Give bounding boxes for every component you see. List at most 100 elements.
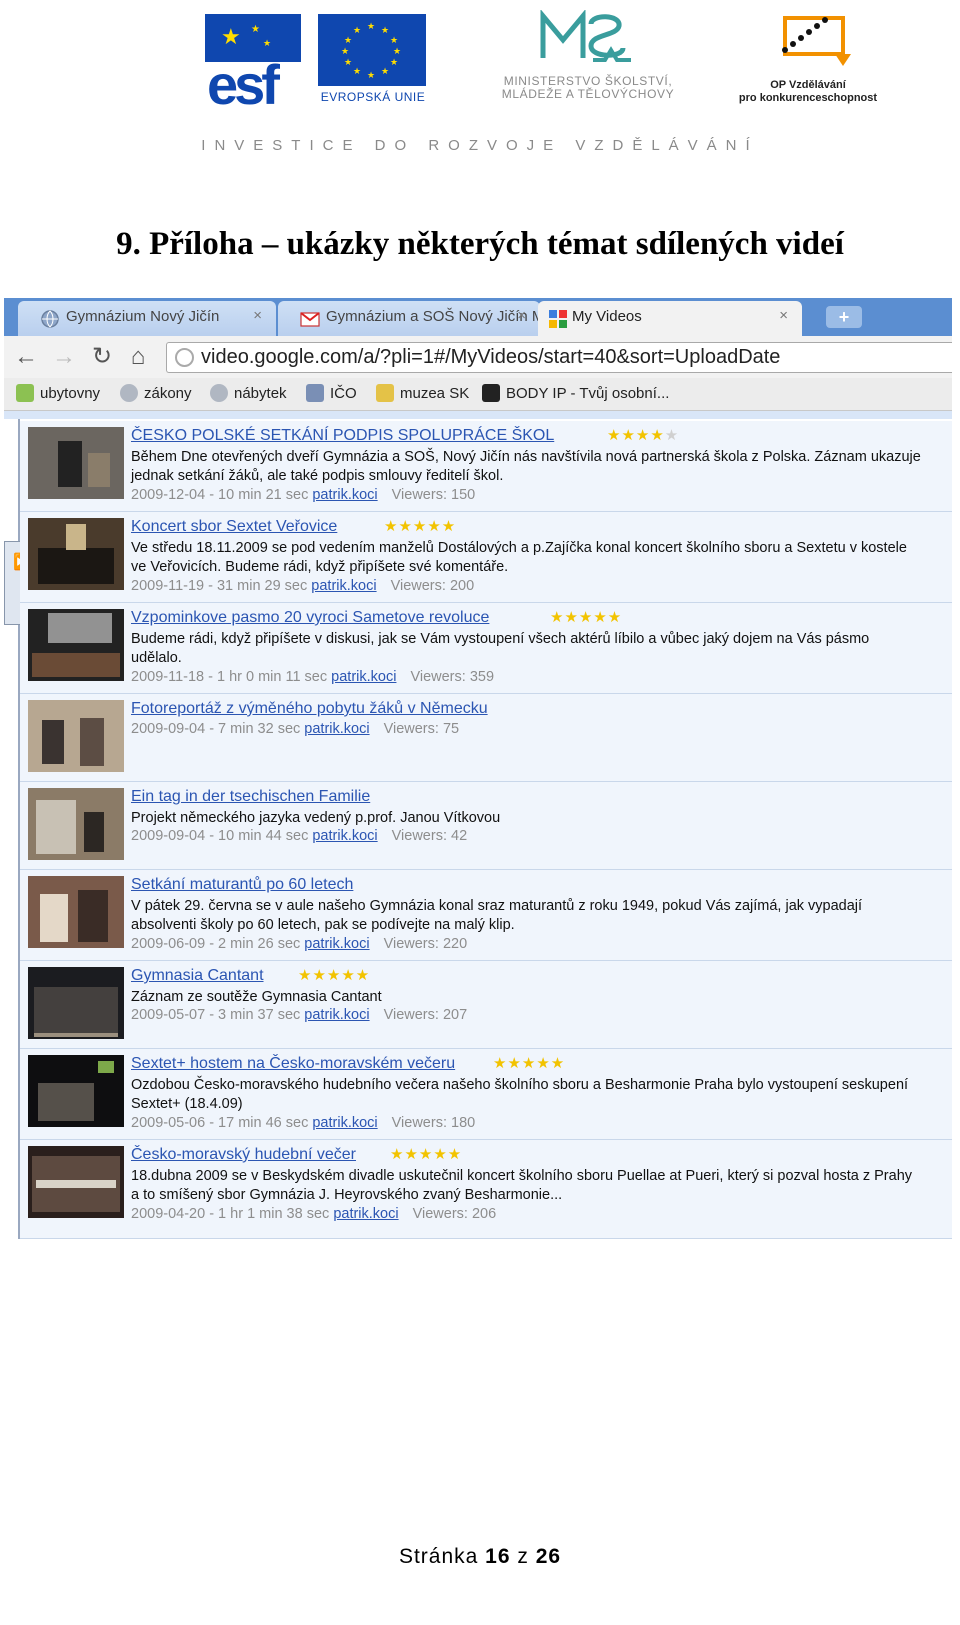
- address-bar[interactable]: video.google.com/a/?pli=1#/MyVideos/star…: [166, 342, 952, 373]
- video-date-duration: 2009-06-09 - 2 min 26 sec: [131, 936, 301, 952]
- footer-of: z: [517, 1545, 529, 1568]
- op-title-line1: OP Vzdělávání: [770, 79, 846, 91]
- video-title-link[interactable]: Ein tag in der tsechischen Familie: [131, 788, 370, 806]
- reload-icon[interactable]: ↻: [88, 343, 116, 371]
- google-icon: [549, 310, 567, 328]
- bookmark-body-ip[interactable]: BODY IP - Tvůj osobní...: [482, 384, 669, 402]
- video-meta: 2009-05-06 - 17 min 46 sec patrik.koci Vi…: [131, 1115, 475, 1131]
- tab-gmail[interactable]: Gymnázium a SOŠ Nový Jičín M ×: [278, 301, 540, 336]
- author-link[interactable]: patrik.koci: [312, 1115, 377, 1131]
- bookmark-zakony[interactable]: zákony: [120, 384, 192, 402]
- video-title-link[interactable]: Sextet+ hostem na Česko-moravském večeru: [131, 1055, 455, 1073]
- video-thumbnail[interactable]: [28, 518, 124, 590]
- video-row: Fotoreportáž z výměného pobytu žáků v Ně…: [20, 694, 952, 782]
- video-title-link[interactable]: Gymnasia Cantant: [131, 967, 264, 985]
- video-thumbnail[interactable]: [28, 876, 124, 948]
- video-description: Ve středu 18.11.2009 se pod vedením manž…: [131, 540, 907, 575]
- video-thumbnail[interactable]: [28, 427, 124, 499]
- video-description: 18.dubna 2009 se v Beskydském divadle us…: [131, 1168, 913, 1203]
- video-meta: 2009-04-20 - 1 hr 1 min 38 sec patrik.ko…: [131, 1206, 496, 1222]
- gmail-icon: [300, 312, 320, 327]
- video-thumbnail[interactable]: [28, 609, 124, 681]
- video-thumbnail[interactable]: [28, 1055, 124, 1127]
- forward-icon[interactable]: →: [50, 343, 78, 371]
- url-text[interactable]: video.google.com/a/?pli=1#/MyVideos/star…: [201, 346, 780, 369]
- total-pages: 26: [535, 1545, 562, 1568]
- eu-label: EVROPSKÁ UNIE: [320, 90, 426, 104]
- new-tab-button[interactable]: +: [826, 306, 862, 328]
- footer-label: Stránka: [398, 1545, 479, 1568]
- bookmark-ubytovny[interactable]: ubytovny: [16, 384, 100, 402]
- browser-screenshot: Gymnázium Nový Jičín × Gymnázium a SOŠ N…: [4, 298, 952, 1283]
- investice-slogan: INVESTICE DO ROZVOJE VZDĚLÁVÁNÍ: [201, 137, 759, 154]
- bookmark-muzea[interactable]: muzea SK: [376, 384, 469, 402]
- video-meta: 2009-09-04 - 10 min 44 sec patrik.koci Vi…: [131, 828, 467, 844]
- rating-stars[interactable]: ★★★★★: [298, 966, 370, 984]
- video-row: Ein tag in der tsechischen Familie Proje…: [20, 782, 952, 870]
- rating-stars[interactable]: ★★★★★: [390, 1145, 462, 1163]
- video-list: ⏩ ČESKO POLSKÉ SETKÁNÍ PODPIS SPOLUPRÁCE…: [4, 411, 952, 1283]
- video-thumbnail[interactable]: [28, 788, 124, 860]
- view-count: Viewers: 150: [391, 487, 476, 503]
- op-title-line2: pro konkurenceschopnost: [738, 92, 878, 104]
- bookmark-label: IČO: [330, 385, 357, 402]
- bookmark-label: nábytek: [234, 385, 287, 402]
- rating-stars[interactable]: ★★★★★: [493, 1054, 565, 1072]
- bookmark-label: ubytovny: [40, 385, 101, 402]
- eu-flag-icon: ★ ★ ★ ★ ★ ★ ★ ★ ★ ★ ★ ★: [318, 14, 426, 86]
- tab-close-icon[interactable]: ×: [779, 307, 788, 324]
- video-title-link[interactable]: ČESKO POLSKÉ SETKÁNÍ PODPIS SPOLUPRÁCE Š…: [131, 427, 554, 445]
- svg-text:★: ★: [221, 25, 241, 50]
- tab-gymnazium[interactable]: Gymnázium Nový Jičín ×: [18, 301, 276, 336]
- video-meta: 2009-09-04 - 7 min 32 sec patrik.koci Vie…: [131, 721, 459, 737]
- op-logo: OP Vzdělávání pro konkurenceschopnost: [733, 10, 883, 110]
- author-link[interactable]: patrik.koci: [312, 487, 377, 503]
- video-title-link[interactable]: Setkání maturantů po 60 letech: [131, 876, 353, 894]
- author-link[interactable]: patrik.koci: [304, 936, 369, 952]
- op-mark-icon: [782, 16, 851, 66]
- video-meta: 2009-05-07 - 3 min 37 sec patrik.koci Vie…: [131, 1007, 467, 1023]
- author-link[interactable]: patrik.koci: [333, 1206, 398, 1222]
- view-count: Viewers: 220: [383, 936, 468, 952]
- tab-close-icon[interactable]: ×: [517, 307, 526, 324]
- author-link[interactable]: patrik.koci: [304, 721, 369, 737]
- author-link[interactable]: patrik.koci: [331, 669, 396, 685]
- home-icon[interactable]: ⌂: [124, 343, 152, 371]
- tab-label: Gymnázium a SOŠ Nový Jičín M: [326, 308, 540, 325]
- video-description: Budeme rádi, když připíšete v diskusi, j…: [131, 631, 870, 666]
- ip-icon: [482, 384, 500, 402]
- video-thumbnail[interactable]: [28, 700, 124, 772]
- video-thumbnail[interactable]: [28, 967, 124, 1039]
- bookmark-label: muzea SK: [400, 385, 470, 402]
- video-thumbnail[interactable]: [28, 1146, 124, 1218]
- video-meta: 2009-11-18 - 1 hr 0 min 11 sec patrik.ko…: [131, 669, 494, 685]
- tab-my-videos[interactable]: My Videos ×: [538, 301, 802, 336]
- ministry-name-line2: MLÁDEŽE A TĚLOVÝCHOVY: [501, 87, 675, 101]
- author-link[interactable]: patrik.koci: [304, 1007, 369, 1023]
- page-footer: Stránka 16 z 26: [0, 1545, 960, 1569]
- bookmark-label: zákony: [144, 385, 192, 402]
- rating-stars[interactable]: ★★★★★: [550, 608, 622, 626]
- video-title-link[interactable]: Koncert sbor Sextet Veřovice: [131, 518, 337, 536]
- author-link[interactable]: patrik.koci: [312, 828, 377, 844]
- back-icon[interactable]: ←: [12, 343, 40, 371]
- video-row: Gymnasia Cantant ★★★★★ Záznam ze soutěže…: [20, 961, 952, 1049]
- video-meta: 2009-06-09 - 2 min 26 sec patrik.koci Vie…: [131, 936, 467, 952]
- tab-close-icon[interactable]: ×: [253, 307, 262, 324]
- video-title-link[interactable]: Vzpominkove pasmo 20 vyroci Sametove rev…: [131, 609, 489, 627]
- video-description: Záznam ze soutěže Gymnasia Cantant: [131, 989, 382, 1005]
- rating-stars[interactable]: ★★★★★: [607, 426, 679, 444]
- header-logos: ★ ★ ★ esf ★ ★ ★ ★ ★ ★ ★ ★ ★ ★ ★ ★ EVROPS…: [0, 9, 960, 116]
- video-title-link[interactable]: Fotoreportáž z výměného pobytu žáků v Ně…: [131, 700, 488, 718]
- house-icon: [16, 384, 34, 402]
- content-top-strip: [4, 411, 952, 419]
- video-row: Česko-moravský hudební večer ★★★★★ 18.du…: [20, 1140, 952, 1239]
- bookmark-ico[interactable]: IČO: [306, 384, 357, 402]
- globe-icon: [120, 384, 138, 402]
- bookmark-nabytek[interactable]: nábytek: [210, 384, 287, 402]
- rating-stars[interactable]: ★★★★★: [384, 517, 456, 535]
- author-link[interactable]: patrik.koci: [311, 578, 376, 594]
- video-date-duration: 2009-11-18 - 1 hr 0 min 11 sec: [131, 669, 328, 685]
- tab-label: Gymnázium Nový Jičín: [66, 308, 220, 325]
- video-title-link[interactable]: Česko-moravský hudební večer: [131, 1146, 356, 1164]
